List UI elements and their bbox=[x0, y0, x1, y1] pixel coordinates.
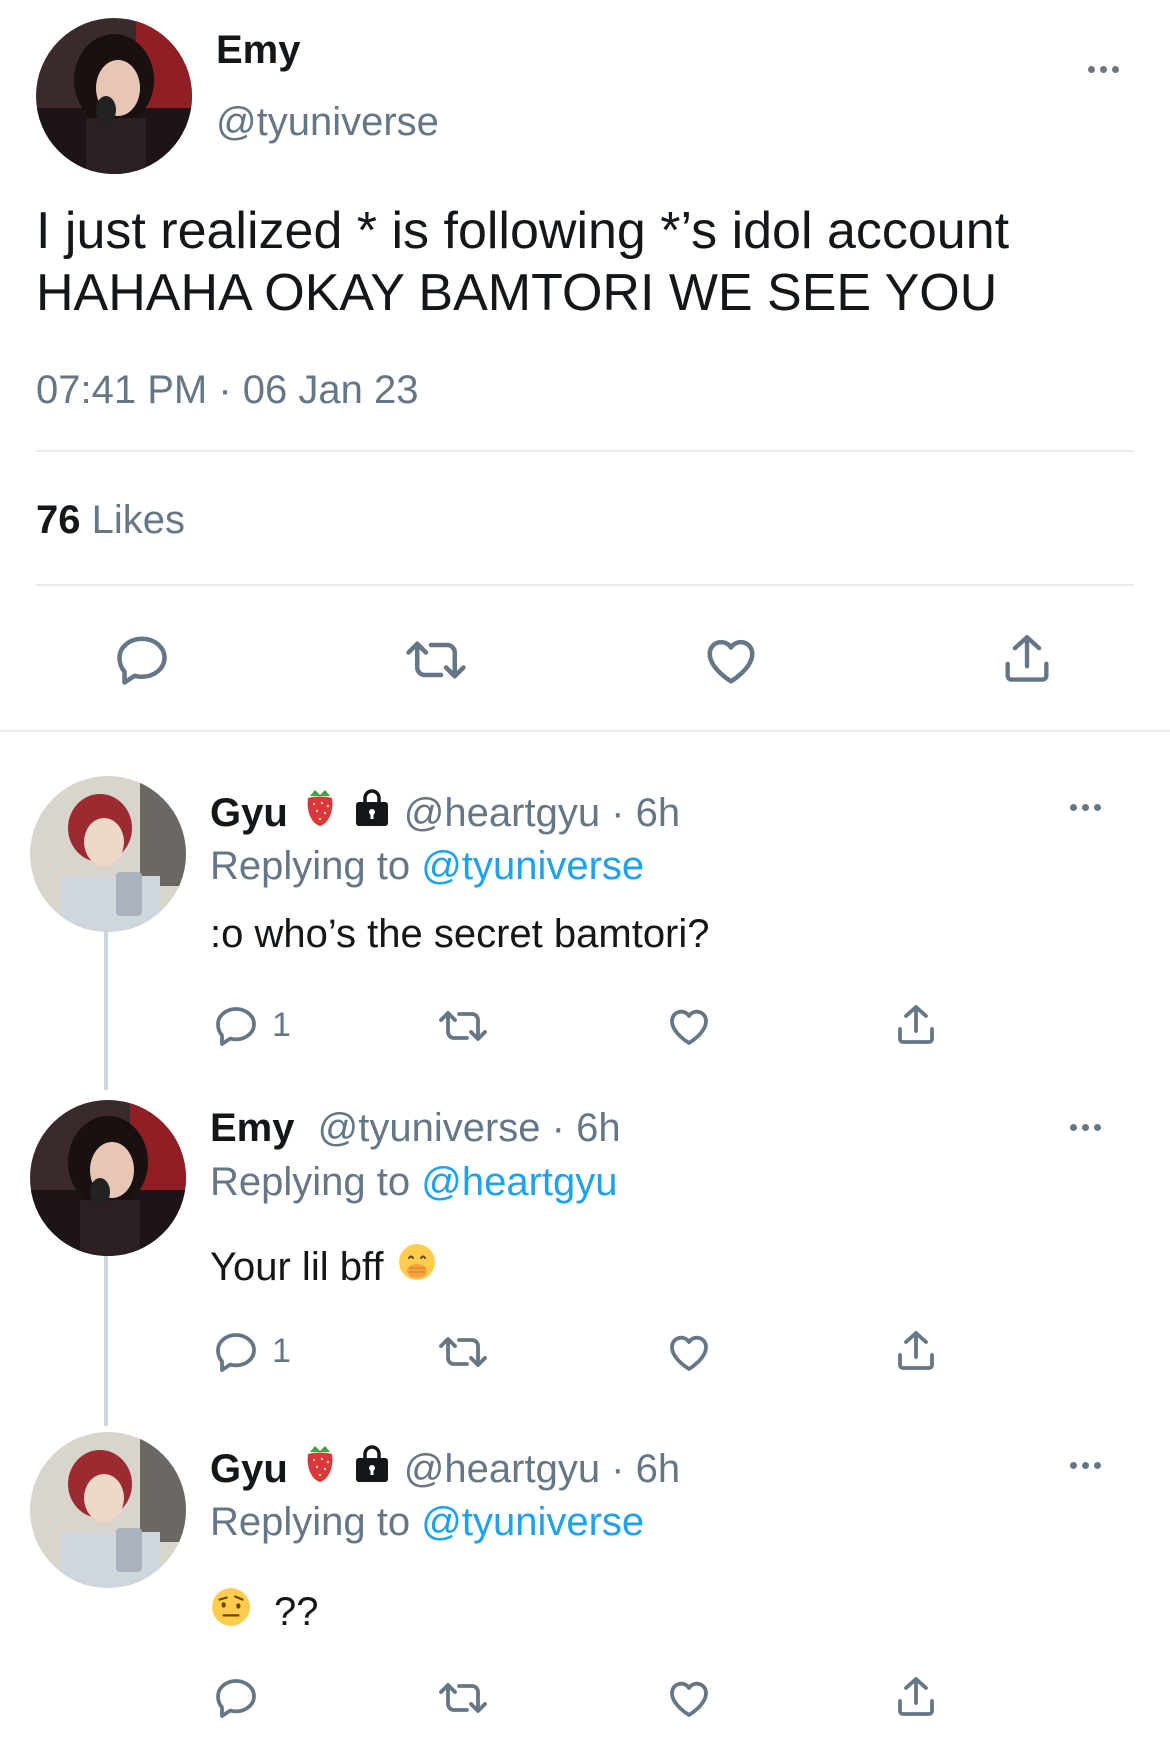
timestamp-separator: · bbox=[218, 368, 232, 412]
likes-label: Likes bbox=[91, 498, 186, 542]
retweet-icon[interactable] bbox=[400, 630, 472, 690]
tweet-timestamp: 07:41 PM · 06 Jan 23 bbox=[36, 368, 419, 413]
reply-text-row: Your lil bff bbox=[210, 1242, 437, 1292]
like-icon[interactable] bbox=[664, 1674, 714, 1722]
reply-header: Gyu @heartgyu · 6h bbox=[210, 788, 680, 838]
retweet-icon[interactable] bbox=[434, 1002, 492, 1050]
replying-to-link[interactable]: @heartgyu bbox=[421, 1160, 617, 1204]
replying-prefix: Replying to bbox=[210, 844, 411, 888]
avatar-emy[interactable] bbox=[30, 1100, 186, 1256]
like-icon[interactable] bbox=[664, 1002, 714, 1050]
avatar-gyu[interactable] bbox=[30, 776, 186, 932]
divider bbox=[0, 730, 1170, 732]
share-icon[interactable] bbox=[998, 628, 1056, 690]
reply-header: Gyu @heartgyu · 6h bbox=[210, 1444, 680, 1494]
reply-author-name[interactable]: Gyu bbox=[210, 791, 288, 836]
reply-icon[interactable] bbox=[212, 1328, 260, 1376]
reply-handle-time[interactable]: @heartgyu · 6h bbox=[404, 1447, 680, 1492]
reply-count: 1 bbox=[272, 1332, 291, 1370]
replying-to: Replying to @heartgyu bbox=[210, 1160, 618, 1205]
likes-stat[interactable]: 76 Likes bbox=[36, 498, 185, 543]
author-handle[interactable]: @tyuniverse bbox=[216, 100, 439, 145]
replying-to-link[interactable]: @tyuniverse bbox=[421, 1500, 644, 1544]
like-icon[interactable] bbox=[664, 1328, 714, 1376]
author-name[interactable]: Emy bbox=[216, 28, 301, 73]
share-icon[interactable] bbox=[892, 1672, 940, 1722]
reply-icon[interactable] bbox=[212, 1674, 260, 1722]
reply-count: 1 bbox=[272, 1006, 291, 1044]
share-icon[interactable] bbox=[892, 1326, 940, 1376]
strawberry-icon bbox=[302, 788, 338, 838]
reply-handle-time[interactable]: @tyuniverse · 6h bbox=[318, 1106, 621, 1150]
avatar-gyu[interactable] bbox=[30, 1432, 186, 1588]
retweet-icon[interactable] bbox=[434, 1674, 492, 1722]
reply-text: Your lil bff bbox=[210, 1244, 384, 1289]
reply-icon[interactable] bbox=[112, 630, 172, 690]
reply-text-row: ?? bbox=[210, 1586, 319, 1638]
tweet-date: 06 Jan 23 bbox=[242, 368, 419, 412]
more-options-icon[interactable] bbox=[1088, 66, 1119, 73]
strawberry-icon bbox=[302, 1444, 338, 1494]
tweet-text-line-1: I just realized * is following *’s idol … bbox=[36, 202, 1010, 260]
replying-to: Replying to @tyuniverse bbox=[210, 844, 644, 889]
more-options-icon[interactable] bbox=[1070, 1462, 1101, 1469]
thread-connector bbox=[104, 1256, 108, 1426]
likes-count: 76 bbox=[36, 498, 81, 542]
reply-text: :o who’s the secret bamtori? bbox=[210, 912, 710, 956]
tweet-text-line-2: HAHAHA OKAY BAMTORI WE SEE YOU bbox=[36, 264, 998, 322]
hand-over-mouth-emoji bbox=[397, 1242, 437, 1292]
lock-icon bbox=[352, 788, 392, 838]
like-icon[interactable] bbox=[700, 630, 762, 690]
reply-text: ?? bbox=[274, 1589, 319, 1634]
lock-icon bbox=[352, 1444, 392, 1494]
more-options-icon[interactable] bbox=[1070, 1124, 1101, 1131]
tweet-time: 07:41 PM bbox=[36, 368, 208, 412]
reply-icon[interactable] bbox=[212, 1002, 260, 1050]
avatar-emy[interactable] bbox=[36, 18, 192, 174]
reply-header: Emy @tyuniverse · 6h bbox=[210, 1106, 621, 1151]
replying-to-link[interactable]: @tyuniverse bbox=[421, 844, 644, 888]
reply-handle-time[interactable]: @heartgyu · 6h bbox=[404, 791, 680, 836]
replying-prefix: Replying to bbox=[210, 1160, 411, 1204]
share-icon[interactable] bbox=[892, 1000, 940, 1050]
divider bbox=[36, 584, 1134, 586]
replying-prefix: Replying to bbox=[210, 1500, 411, 1544]
retweet-icon[interactable] bbox=[434, 1328, 492, 1376]
reply-author-name[interactable]: Gyu bbox=[210, 1447, 288, 1492]
thread-connector bbox=[104, 930, 108, 1090]
reply-author-name[interactable]: Emy bbox=[210, 1106, 295, 1150]
replying-to: Replying to @tyuniverse bbox=[210, 1500, 644, 1545]
divider bbox=[36, 450, 1134, 452]
more-options-icon[interactable] bbox=[1070, 804, 1101, 811]
raised-eyebrow-emoji bbox=[210, 1586, 252, 1638]
